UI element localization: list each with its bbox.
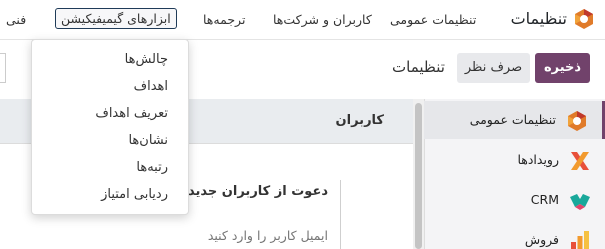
sidebar-item-label: رویدادها [517,152,559,167]
sidebar-item-crm[interactable]: CRM [424,181,605,219]
top-navbar: تنظیمات تنظیمات عمومی کاربران و شرکت‌ها … [0,0,605,40]
invite-users-setting: دعوت از کاربران جدید [188,180,341,249]
save-button[interactable]: ذخیره [535,53,590,83]
menu-gamification-tools[interactable]: ابزارهای گیمیفیکیشن [55,8,177,29]
gamification-dropdown-menu: چالش‌ها اهداف تعریف اهداف نشان‌ها رتبه‌ه… [31,39,189,215]
content-scrollbar[interactable] [413,99,424,249]
search-input[interactable] [0,53,6,83]
menu-users-companies[interactable]: کاربران و شرکت‌ها [273,12,372,27]
settings-app-logo-icon[interactable] [573,8,595,30]
invite-users-title: دعوت از کاربران جدید [188,184,328,199]
breadcrumb-title: تنظیمات [392,58,445,76]
invite-email-input[interactable] [203,228,328,243]
menu-translations[interactable]: ترجمه‌ها [203,12,245,27]
scrollbar-thumb[interactable] [415,103,422,249]
discard-button[interactable]: صرف نظر [457,53,530,83]
settings-app-icon [568,111,586,131]
settings-sidebar: تنظیمات عمومی رویدادها CRM فروش [424,99,605,249]
dropdown-item-karma-tracking[interactable]: ردیابی امتیاز [101,187,168,202]
sales-app-icon [571,231,589,249]
dropdown-item-ranks[interactable]: رتبه‌ها [136,160,168,175]
sidebar-item-label: CRM [530,192,559,207]
menu-technical[interactable]: فنی [6,12,26,27]
dropdown-item-challenges[interactable]: چالش‌ها [125,52,168,67]
dropdown-item-badges[interactable]: نشان‌ها [128,133,168,148]
sidebar-item-general-settings[interactable]: تنظیمات عمومی [424,101,605,139]
app-title[interactable]: تنظیمات [511,9,567,28]
sidebar-item-sales[interactable]: فروش [424,221,605,249]
sidebar-item-events[interactable]: رویدادها [424,141,605,179]
dropdown-item-goals[interactable]: اهداف [134,79,168,94]
crm-app-icon [570,194,590,210]
events-app-icon [571,152,589,170]
sidebar-item-label: فروش [524,232,559,247]
section-title: کاربران [335,113,384,128]
sidebar-item-label: تنظیمات عمومی [469,112,556,127]
dropdown-item-goal-definitions[interactable]: تعریف اهداف [95,106,168,121]
menu-general-settings[interactable]: تنظیمات عمومی [390,12,476,27]
